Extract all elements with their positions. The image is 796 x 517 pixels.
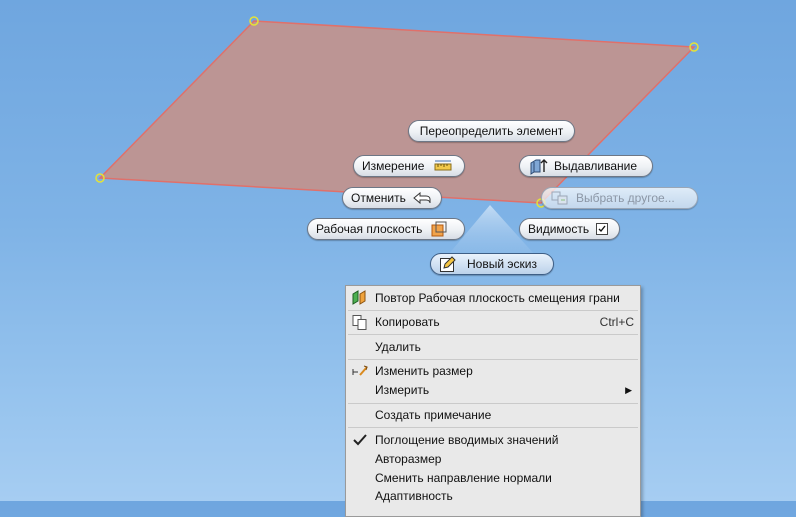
redefine-feature-label: Переопределить элемент — [419, 124, 564, 138]
menu-item-adaptive[interactable]: Адаптивность — [346, 486, 640, 506]
menu-item-auto-dimension[interactable]: Авторазмер — [346, 449, 640, 469]
new-sketch-button[interactable]: Новый эскиз — [430, 253, 554, 275]
menu-item-label: Копировать — [375, 315, 440, 329]
menu-item-copy[interactable]: Копировать Ctrl+C — [346, 312, 640, 332]
menu-item-shortcut: Ctrl+C — [599, 315, 634, 329]
menu-item-flip-normal[interactable]: Сменить направление нормали — [346, 468, 640, 488]
menu-item-resize[interactable]: Изменить размер — [346, 361, 640, 381]
menu-item-label: Удалить — [375, 340, 421, 354]
resize-icon — [351, 363, 369, 379]
work-plane-label: Рабочая плоскость — [316, 222, 423, 236]
extrude-button[interactable]: Выдавливание — [519, 155, 653, 177]
new-sketch-icon — [439, 255, 457, 273]
measure-button[interactable]: Измерение — [353, 155, 465, 177]
menu-item-label: Авторазмер — [375, 452, 442, 466]
extrude-label: Выдавливание — [554, 159, 638, 173]
menu-item-repeat-work-plane[interactable]: Повтор Рабочая плоскость смещения грани — [346, 288, 640, 308]
menu-item-label: Изменить размер — [375, 364, 473, 378]
menu-item-label: Создать примечание — [375, 408, 492, 422]
menu-item-label: Поглощение вводимых значений — [375, 433, 559, 447]
menu-separator — [348, 359, 638, 360]
menu-item-label: Сменить направление нормали — [375, 471, 552, 485]
repeat-work-plane-icon — [351, 290, 369, 306]
menu-item-label: Измерить — [375, 383, 430, 397]
menu-item-label: Повтор Рабочая плоскость смещения грани — [375, 291, 620, 305]
checkmark-icon — [351, 432, 369, 448]
ruler-icon — [434, 160, 452, 172]
menu-item-absorb-input[interactable]: Поглощение вводимых значений — [346, 430, 640, 450]
visibility-label: Видимость — [528, 222, 590, 236]
undo-button[interactable]: Отменить — [342, 187, 442, 209]
select-other-label: Выбрать другое... — [576, 191, 675, 205]
menu-item-measure[interactable]: Измерить ▶ — [346, 380, 640, 400]
select-other-button[interactable]: Выбрать другое... — [541, 187, 698, 209]
work-plane-button[interactable]: Рабочая плоскость — [307, 218, 465, 240]
select-other-icon — [550, 190, 570, 206]
measure-label: Измерение — [362, 159, 425, 173]
checkbox-checked-icon — [595, 222, 609, 236]
menu-separator — [348, 310, 638, 311]
submenu-arrow-icon: ▶ — [625, 384, 632, 395]
extrude-icon — [528, 157, 548, 175]
new-sketch-label: Новый эскиз — [467, 257, 537, 271]
menu-separator — [348, 334, 638, 335]
context-menu: Повтор Рабочая плоскость смещения грани … — [345, 285, 641, 517]
menu-separator — [348, 427, 638, 428]
menu-separator — [348, 403, 638, 404]
undo-arrow-icon — [412, 191, 432, 205]
undo-label: Отменить — [351, 191, 406, 205]
visibility-button[interactable]: Видимость — [519, 218, 620, 240]
menu-item-create-note[interactable]: Создать примечание — [346, 405, 640, 425]
copy-icon — [351, 314, 369, 330]
redefine-feature-button[interactable]: Переопределить элемент — [408, 120, 575, 142]
work-plane-icon — [430, 220, 448, 238]
menu-item-delete[interactable]: Удалить — [346, 337, 640, 357]
